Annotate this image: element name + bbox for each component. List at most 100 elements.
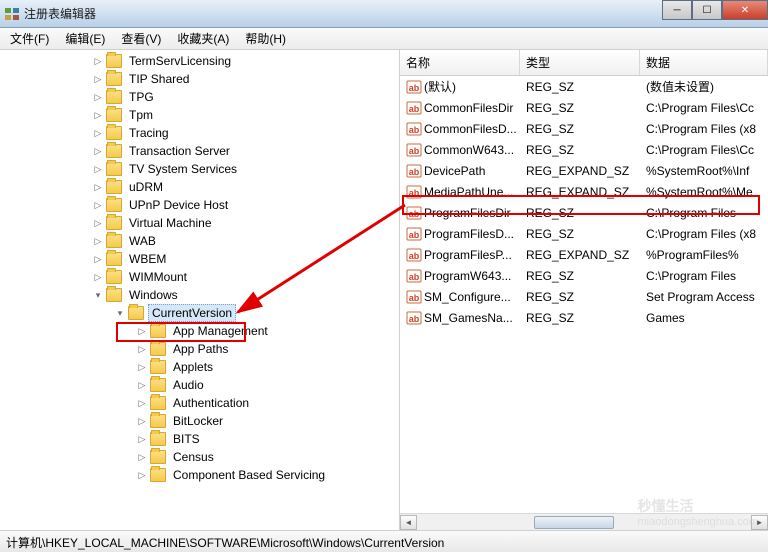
tree-label: TV System Services bbox=[126, 161, 240, 177]
tree-item[interactable]: ▷ UPnP Device Host bbox=[0, 196, 399, 214]
value-row[interactable]: abProgramFilesD... REG_SZ C:\Program Fil… bbox=[400, 223, 768, 244]
tree-item-currentversion[interactable]: ▾CurrentVersion bbox=[0, 304, 399, 322]
tree-item[interactable]: ▷Applets bbox=[0, 358, 399, 376]
tree-item[interactable]: ▷Component Based Servicing bbox=[0, 466, 399, 484]
svg-text:ab: ab bbox=[409, 272, 420, 282]
value-name: abProgramFilesP... bbox=[400, 245, 520, 265]
menu-help[interactable]: 帮助(H) bbox=[237, 28, 294, 49]
menu-file[interactable]: 文件(F) bbox=[2, 28, 57, 49]
value-name: abProgramFilesD... bbox=[400, 224, 520, 244]
app-icon bbox=[4, 6, 20, 22]
menu-view[interactable]: 查看(V) bbox=[113, 28, 169, 49]
value-row[interactable]: abSM_Configure... REG_SZ Set Program Acc… bbox=[400, 286, 768, 307]
expand-icon[interactable]: ▷ bbox=[136, 343, 148, 355]
tree-item[interactable]: ▷TPG bbox=[0, 88, 399, 106]
scroll-thumb[interactable] bbox=[534, 516, 614, 529]
value-row[interactable]: abCommonFilesDir REG_SZ C:\Program Files… bbox=[400, 97, 768, 118]
value-row[interactable]: abCommonW643... REG_SZ C:\Program Files\… bbox=[400, 139, 768, 160]
tree-item[interactable]: ▷App Management bbox=[0, 322, 399, 340]
tree-label: UPnP Device Host bbox=[126, 197, 231, 213]
titlebar: 注册表编辑器 ─ ☐ ✕ bbox=[0, 0, 768, 28]
folder-icon bbox=[106, 270, 122, 284]
expand-icon[interactable]: ▷ bbox=[92, 73, 104, 85]
folder-icon bbox=[150, 450, 166, 464]
value-name: abSM_GamesNa... bbox=[400, 308, 520, 328]
expand-icon[interactable]: ▷ bbox=[92, 127, 104, 139]
watermark: 秒懂生活 miaodongshenghua.com bbox=[638, 496, 758, 528]
expand-icon[interactable]: ▷ bbox=[92, 109, 104, 121]
value-row[interactable]: ab(默认) REG_SZ (数值未设置) bbox=[400, 76, 768, 97]
expand-icon[interactable]: ▷ bbox=[92, 271, 104, 283]
expand-icon[interactable]: ▷ bbox=[136, 379, 148, 391]
tree-item[interactable]: ▷Tracing bbox=[0, 124, 399, 142]
expand-icon[interactable]: ▷ bbox=[92, 217, 104, 229]
value-row[interactable]: abDevicePath REG_EXPAND_SZ %SystemRoot%\… bbox=[400, 160, 768, 181]
tree-item[interactable]: ▷TermServLicensing bbox=[0, 52, 399, 70]
value-row[interactable]: abProgramFilesP... REG_EXPAND_SZ %Progra… bbox=[400, 244, 768, 265]
tree-item[interactable]: ▷WAB bbox=[0, 232, 399, 250]
scroll-left-button[interactable]: ◄ bbox=[400, 515, 417, 530]
minimize-button[interactable]: ─ bbox=[662, 0, 692, 20]
value-type: REG_EXPAND_SZ bbox=[520, 183, 640, 201]
expand-icon[interactable]: ▷ bbox=[136, 325, 148, 337]
tree-item[interactable]: ▷TIP Shared bbox=[0, 70, 399, 88]
maximize-button[interactable]: ☐ bbox=[692, 0, 722, 20]
expand-icon[interactable]: ▷ bbox=[92, 199, 104, 211]
collapse-icon[interactable]: ▾ bbox=[92, 289, 104, 301]
expand-icon[interactable]: ▷ bbox=[92, 145, 104, 157]
folder-icon bbox=[106, 54, 122, 68]
folder-icon bbox=[106, 126, 122, 140]
value-row[interactable]: abProgramFilesDir REG_SZ C:\Program File… bbox=[400, 202, 768, 223]
tree-item[interactable]: ▷Virtual Machine bbox=[0, 214, 399, 232]
values-list[interactable]: 名称 类型 数据 ab(默认) REG_SZ (数值未设置) abCommonF… bbox=[400, 50, 768, 530]
tree-item[interactable]: ▷Tpm bbox=[0, 106, 399, 124]
collapse-icon[interactable]: ▾ bbox=[114, 307, 126, 319]
menu-favorites[interactable]: 收藏夹(A) bbox=[169, 28, 237, 49]
expand-icon[interactable]: ▷ bbox=[92, 163, 104, 175]
value-row[interactable]: abProgramW643... REG_SZ C:\Program Files bbox=[400, 265, 768, 286]
value-type: REG_SZ bbox=[520, 99, 640, 117]
expand-icon[interactable]: ▷ bbox=[92, 181, 104, 193]
expand-icon[interactable]: ▷ bbox=[136, 397, 148, 409]
registry-tree[interactable]: ▷TermServLicensing▷TIP Shared▷TPG▷Tpm▷Tr… bbox=[0, 50, 400, 530]
expand-icon[interactable]: ▷ bbox=[136, 433, 148, 445]
tree-item[interactable]: ▷ TV System Services bbox=[0, 160, 399, 178]
value-row[interactable]: abMediaPathUne... REG_EXPAND_SZ %SystemR… bbox=[400, 181, 768, 202]
column-data[interactable]: 数据 bbox=[640, 50, 768, 75]
expand-icon[interactable]: ▷ bbox=[92, 253, 104, 265]
expand-icon[interactable]: ▷ bbox=[92, 55, 104, 67]
menu-edit[interactable]: 编辑(E) bbox=[57, 28, 113, 49]
string-value-icon: ab bbox=[406, 79, 422, 95]
tree-item[interactable]: ▷Transaction Server bbox=[0, 142, 399, 160]
folder-icon bbox=[150, 378, 166, 392]
close-button[interactable]: ✕ bbox=[722, 0, 768, 20]
expand-icon[interactable]: ▷ bbox=[92, 235, 104, 247]
svg-text:ab: ab bbox=[409, 188, 420, 198]
svg-text:ab: ab bbox=[409, 293, 420, 303]
svg-text:ab: ab bbox=[409, 146, 420, 156]
value-data: C:\Program Files (x8 bbox=[640, 225, 768, 243]
expand-icon[interactable]: ▷ bbox=[92, 91, 104, 103]
expand-icon[interactable]: ▷ bbox=[136, 451, 148, 463]
tree-item[interactable]: ▷BitLocker bbox=[0, 412, 399, 430]
folder-icon bbox=[106, 198, 122, 212]
column-type[interactable]: 类型 bbox=[520, 50, 640, 75]
folder-icon bbox=[150, 396, 166, 410]
tree-item[interactable]: ▷uDRM bbox=[0, 178, 399, 196]
tree-item-windows[interactable]: ▾Windows bbox=[0, 286, 399, 304]
column-name[interactable]: 名称 bbox=[400, 50, 520, 75]
expand-icon[interactable]: ▷ bbox=[136, 361, 148, 373]
tree-item[interactable]: ▷App Paths bbox=[0, 340, 399, 358]
value-row[interactable]: abCommonFilesD... REG_SZ C:\Program File… bbox=[400, 118, 768, 139]
expand-icon[interactable]: ▷ bbox=[136, 469, 148, 481]
tree-item[interactable]: ▷Census bbox=[0, 448, 399, 466]
value-row[interactable]: abSM_GamesNa... REG_SZ Games bbox=[400, 307, 768, 328]
tree-item[interactable]: ▷Authentication bbox=[0, 394, 399, 412]
tree-item[interactable]: ▷WIMMount bbox=[0, 268, 399, 286]
tree-item[interactable]: ▷WBEM bbox=[0, 250, 399, 268]
expand-icon[interactable]: ▷ bbox=[136, 415, 148, 427]
tree-item[interactable]: ▷BITS bbox=[0, 430, 399, 448]
folder-icon bbox=[106, 252, 122, 266]
tree-item[interactable]: ▷Audio bbox=[0, 376, 399, 394]
value-name: abProgramW643... bbox=[400, 266, 520, 286]
